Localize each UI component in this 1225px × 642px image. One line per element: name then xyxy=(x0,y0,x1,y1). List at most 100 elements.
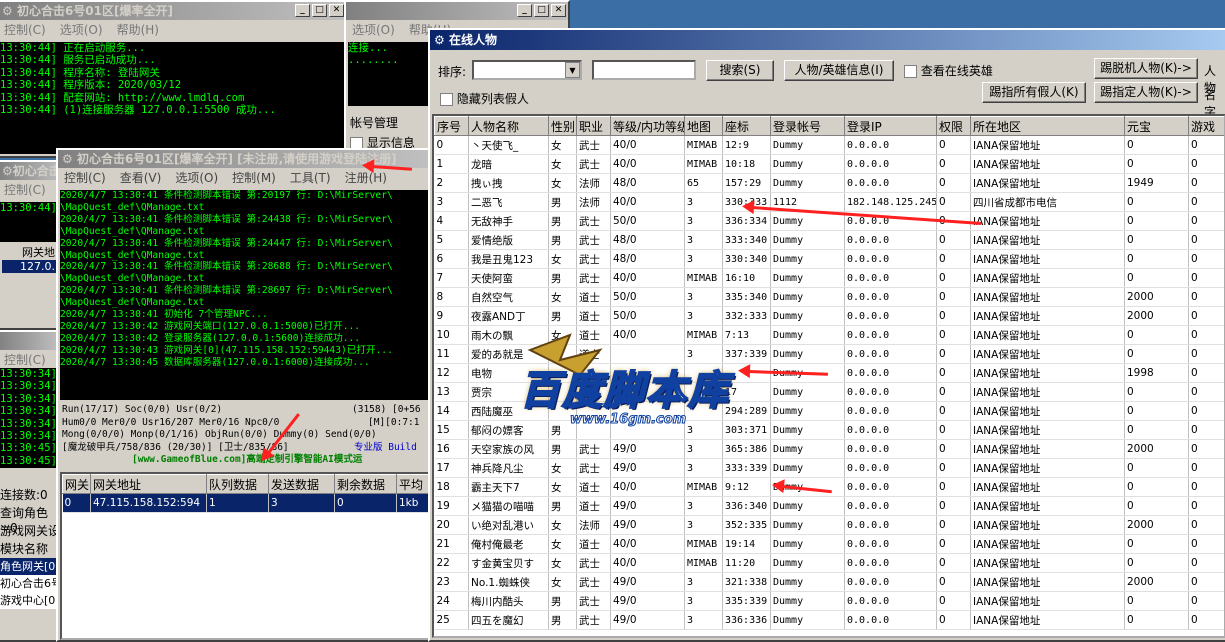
table-cell: 拽ぃ拽 xyxy=(468,173,549,193)
game-gateway-settings[interactable]: 游戏网关设 xyxy=(0,522,60,539)
table-cell: 0 xyxy=(1188,515,1224,535)
checkbox-box[interactable] xyxy=(904,65,917,78)
menu-item[interactable]: 查看(V) xyxy=(120,169,162,186)
menu-item[interactable]: 控制(C) xyxy=(4,181,46,198)
title-bar[interactable] xyxy=(0,332,60,350)
kick-all-dummy-button[interactable]: 踢指所有假人(K) xyxy=(982,82,1086,103)
column-header[interactable]: 平均 xyxy=(396,474,428,494)
banner-text[interactable]: [www.GameofBlue.com]高端定制引擎智能AI模式运 xyxy=(62,454,430,467)
maximize-button[interactable]: □ xyxy=(312,4,327,17)
menu-item[interactable]: 选项(O) xyxy=(175,169,218,186)
column-header[interactable]: 职业 xyxy=(576,116,611,136)
menu-item[interactable]: 工具(T) xyxy=(290,169,331,186)
view-hero-checkbox[interactable]: 查看在线英雄 xyxy=(904,62,993,79)
module-item[interactable]: 初心合击6号 xyxy=(0,575,60,592)
menu-item[interactable]: 控制(M) xyxy=(232,169,276,186)
column-header[interactable]: 序号 xyxy=(434,116,469,136)
table-row[interactable]: 24 梅川内酷头男武士 49/0 3 335:339 Dummy 0.0.0.0 0 IANA保… xyxy=(434,591,1224,611)
maximize-button[interactable]: □ xyxy=(534,4,549,17)
menu-item[interactable]: 选项(O) xyxy=(352,21,395,38)
table-row[interactable]: 7 天使阿蛮男武士 40/0 MIMAB 16:10 Dummy 0.0.0.0 0 IANA保… xyxy=(434,268,1224,288)
table-row[interactable]: 22 す金黄宝贝す女武士 40/0 MIMAB 11:20 Dummy 0.0.0.0 0 IA… xyxy=(434,553,1224,573)
column-header[interactable]: 性别 xyxy=(548,116,577,136)
module-list: 角色网关[0 初心合击6号 游戏中心[0 xyxy=(0,558,60,609)
column-header[interactable]: 座标 xyxy=(722,116,771,136)
column-header[interactable]: 等级/内功等级 xyxy=(610,116,685,136)
table-cell: IANA保留地址 xyxy=(970,610,1125,630)
table-row[interactable]: 2 拽ぃ拽女法师 48/0 65 157:29 Dummy 0.0.0.0 0 IANA保留地址… xyxy=(434,173,1224,193)
title-bar[interactable]: ⚙ 初心合击6号01区[爆率全开] _ □ ✕ xyxy=(0,2,346,20)
close-button[interactable]: ✕ xyxy=(329,4,344,17)
table-row[interactable]: 20 い绝对乱港い女法师 49/0 3 352:335 Dummy 0.0.0.0 0 IANA… xyxy=(434,515,1224,535)
column-header[interactable]: 登录IP xyxy=(844,116,937,136)
column-header[interactable]: 登录帐号 xyxy=(770,116,845,136)
table-cell: 0 xyxy=(936,439,971,459)
table-cell: 道士 xyxy=(576,534,611,554)
table-cell: 0.0.0.0 xyxy=(844,515,937,535)
column-header[interactable]: 网关 xyxy=(62,474,91,494)
title-bar[interactable]: _ □ ✕ xyxy=(346,2,568,20)
table-row[interactable]: 1 龙暗女武士 40/0 MIMAB 10:18 Dummy 0.0.0.0 0 IANA保留地… xyxy=(434,154,1224,174)
chevron-down-icon[interactable]: ▼ xyxy=(565,62,580,78)
table-row[interactable]: 5 爱情绝版男武士 48/0 3 333:340 Dummy 0.0.0.0 0 IANA保留地… xyxy=(434,230,1224,250)
module-item[interactable]: 角色网关[0 xyxy=(0,558,60,575)
table-row[interactable]: 9 夜露AND丁男道士 50/0 3 332:333 Dummy 0.0.0.0 0 IANA保… xyxy=(434,306,1224,326)
table-row[interactable]: 0 丶天使飞_ 女武士 40/0 MIMAB 12:9 Dummy 0.0.0.0 0 IANA保… xyxy=(434,135,1224,155)
gateway-address-row[interactable]: 127.0. xyxy=(2,260,62,273)
search-button[interactable]: 搜索(S) xyxy=(706,60,774,81)
menu-item[interactable]: 选项(O) xyxy=(60,21,103,38)
table-row[interactable]: 6 我是丑鬼123 女武士 48/0 3 330:340 Dummy 0.0.0.0 0 IANA… xyxy=(434,249,1224,269)
menu-item[interactable]: 帮助(H) xyxy=(117,21,159,38)
minimize-button[interactable]: _ xyxy=(295,4,310,17)
column-header[interactable]: 元宝 xyxy=(1124,116,1189,136)
table-cell: Dummy xyxy=(770,458,845,478)
table-cell: 0.0.0.0 xyxy=(844,287,937,307)
table-cell: 16 xyxy=(434,439,469,459)
table-cell: 14 xyxy=(434,401,469,421)
column-header[interactable]: 地图 xyxy=(684,116,723,136)
table-row[interactable]: 25 四五を魔幻男武士 49/0 3 336:336 Dummy 0.0.0.0 0 IANA保… xyxy=(434,610,1224,630)
sort-dropdown[interactable]: ▼ xyxy=(472,60,582,80)
table-cell: 0 xyxy=(1188,287,1224,307)
table-row[interactable]: 19 メ猫猫の喵喵男道士 49/0 3 336:340 Dummy 0.0.0.0 0 IANA… xyxy=(434,496,1224,516)
column-header[interactable]: 所在地区 xyxy=(970,116,1125,136)
table-row[interactable]: 3二恶飞男法师40/03330:3331112182.148.125.2450四… xyxy=(434,192,1224,212)
checkbox-box[interactable] xyxy=(440,93,453,106)
table-row[interactable]: 16 天空家族の风男武士 49/0 3 365:386 Dummy 0.0.0.0 0 IANA… xyxy=(434,439,1224,459)
kick-selected-button[interactable]: 踢指定人物(K)-> xyxy=(1094,82,1198,103)
table-row[interactable]: 8 自然空气女道士 50/0 3 335:340 Dummy 0.0.0.0 0 IANA保留地… xyxy=(434,287,1224,307)
hide-dummy-checkbox[interactable]: 隐藏列表假人 xyxy=(440,90,529,107)
table-row[interactable]: 18霸主天下7女道士40/0MIMAB9:12Dummy0.0.0.00IANA… xyxy=(434,477,1224,497)
column-header[interactable]: 发送数据 xyxy=(268,474,335,494)
table-cell: 10:18 xyxy=(722,154,771,174)
title-bar[interactable]: ⚙初心合击6 xyxy=(0,162,64,180)
table-row[interactable]: 21 俺村俺最老女道士 40/0 MIMAB 19:14 Dummy 0.0.0.0 0 IAN… xyxy=(434,534,1224,554)
column-header[interactable]: 权限 xyxy=(936,116,971,136)
column-header[interactable]: 游戏 xyxy=(1188,116,1224,136)
menu-item[interactable]: 控制(C) xyxy=(4,21,46,38)
table-cell: 0.0.0.0 xyxy=(844,230,937,250)
title-bar[interactable]: ⚙ 在线人物 xyxy=(430,30,1225,50)
player-info-button[interactable]: 人物/英雄信息(I) xyxy=(784,60,894,81)
table-cell: 7 xyxy=(434,268,469,288)
table-cell: 0.0.0.0 xyxy=(844,401,937,421)
module-item[interactable]: 游戏中心[0 xyxy=(0,592,60,609)
column-header[interactable]: 剩余数据 xyxy=(334,474,397,494)
column-header[interactable]: 网关地址 xyxy=(90,474,207,494)
kick-offline-button[interactable]: 踢脱机人物(K)-> xyxy=(1094,58,1198,79)
table-row[interactable]: 0 47.115.158.152:594 1 3 0 1kb xyxy=(62,493,428,513)
menu-control[interactable]: 控制(C) xyxy=(4,351,46,368)
minimize-button[interactable]: _ xyxy=(517,4,532,17)
table-row[interactable]: 17 神兵降凡尘女武士 49/0 3 333:339 Dummy 0.0.0.0 0 IANA保… xyxy=(434,458,1224,478)
table-row[interactable]: 23 No.1.蜘蛛侠女武士 49/0 3 321:338 Dummy 0.0.0.0 0 IA… xyxy=(434,572,1224,592)
search-input[interactable] xyxy=(592,60,696,80)
column-header[interactable]: 人物名称 xyxy=(468,116,549,136)
table-cell: IANA保留地址 xyxy=(970,268,1125,288)
column-header[interactable]: 队列数据 xyxy=(206,474,269,494)
table-cell: MIMAB xyxy=(684,268,723,288)
menu-item[interactable]: 控制(C) xyxy=(64,169,106,186)
table-cell: 女 xyxy=(548,154,577,174)
table-cell: IANA保留地址 xyxy=(970,420,1125,440)
close-button[interactable]: ✕ xyxy=(551,4,566,17)
table-cell: 0 xyxy=(1188,344,1224,364)
